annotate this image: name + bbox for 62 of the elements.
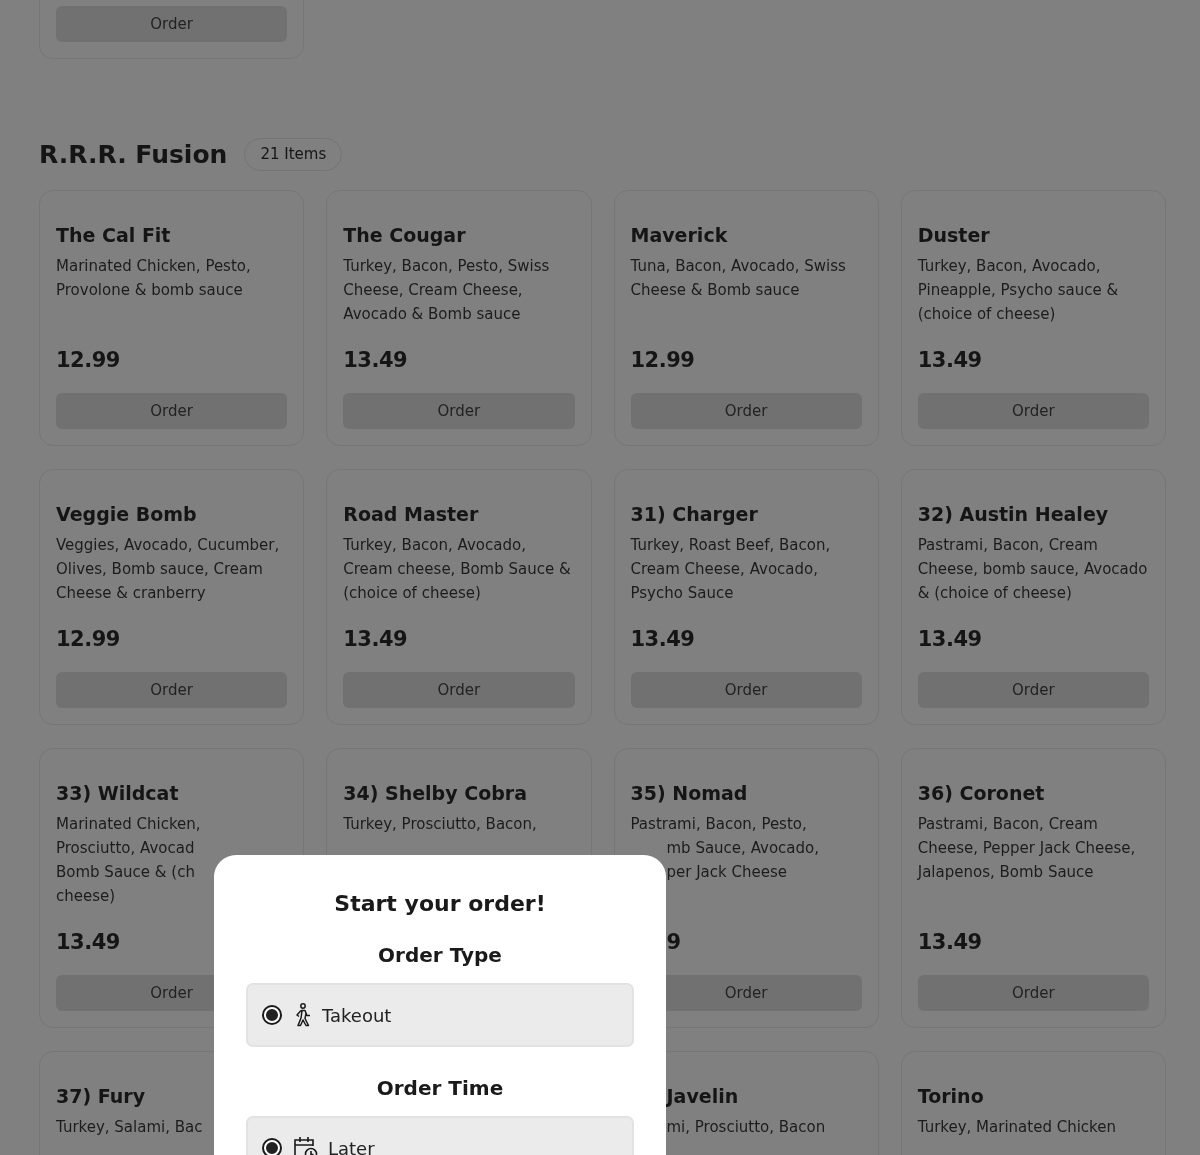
item-price: 13.49 [917, 347, 983, 374]
item-name: 37) Fury [56, 1084, 147, 1109]
order-button[interactable]: Order [917, 975, 1149, 1011]
item-description: Turkey, Salami, Bac [56, 1117, 204, 1138]
item-name: 34) Shelby Cobra [343, 781, 528, 806]
item-description: Turkey, Roast Beef, Bacon, Cream Cheese, Avocado, Psycho Sauce [630, 535, 832, 604]
order-button[interactable]: Order [56, 393, 288, 429]
item-description: Pastrami, Bacon, Cream Cheese, bomb sauce, Avocado & (choice of cheese) [917, 535, 1149, 604]
item-description: Veggies, Avocado, Cucumber, Olives, Bomb sauce, Cream Cheese & cranberry [56, 535, 281, 604]
item-price: 13.49 [630, 626, 696, 653]
order-button[interactable]: Order [917, 672, 1149, 708]
option-label: Later [328, 1137, 375, 1155]
item-description: Tuna, Bacon, Avocado, Swiss Cheese & Bomb sauce [630, 256, 847, 301]
item-name: Maverick [630, 223, 729, 248]
item-name: Torino [917, 1084, 985, 1109]
item-description: Marinated Chicken, Prosciutto, Avocad Bomb Sauce & (ch cheese) [56, 814, 202, 907]
order-button[interactable]: Order [630, 393, 862, 429]
item-name: The Cougar [343, 223, 467, 248]
item-description: Turkey, Marinated Chicken [917, 1117, 1117, 1138]
item-name: The Cal Fit [56, 223, 172, 248]
group-heading: Order Time [375, 1075, 505, 1102]
item-description: Turkey, Prosciutto, Bacon, [343, 814, 538, 835]
order-button[interactable]: Order [343, 672, 575, 708]
item-description: Pastrami, Bacon, Cream Cheese, Pepper Jack Cheese, Jalapenos, Bomb Sauce [917, 814, 1137, 883]
order-button[interactable]: Order [56, 672, 288, 708]
item-name: Javelin [665, 1084, 740, 1109]
item-price: 13.49 [343, 626, 409, 653]
item-name: 36) Coronet [917, 781, 1046, 806]
item-name: Road Master [343, 502, 480, 527]
order-button[interactable]: Order [56, 6, 287, 42]
radio-button[interactable] [262, 1005, 282, 1025]
item-description: Turkey, Bacon, Avocado, Cream cheese, Bomb Sauce & (choice of cheese) [343, 535, 572, 604]
item-price: 12.99 [56, 347, 121, 374]
radio-button[interactable] [262, 1138, 282, 1155]
order-option[interactable]: Takeout [246, 983, 634, 1047]
item-name: 31) Charger [630, 502, 759, 527]
calendar-clock-icon [292, 1135, 318, 1155]
item-name: Veggie Bomb [56, 502, 198, 527]
item-description: Turkey, Bacon, Avocado, Pineapple, Psycho sauce & (choice of cheese) [917, 256, 1120, 325]
item-name: 32) Austin Healey [917, 502, 1110, 527]
item-name: 33) Wildcat [56, 781, 180, 806]
order-option[interactable]: Later [246, 1116, 634, 1155]
group-heading: Order Type [377, 942, 503, 969]
dialog-title: Start your order! [333, 890, 547, 918]
item-price: 13.49 [917, 626, 983, 653]
item-description: Marinated Chicken, Pesto, Provolone & bomb sauce [56, 256, 252, 301]
option-label: Takeout [322, 1004, 392, 1026]
order-button[interactable]: Order [630, 672, 862, 708]
item-description: Turkey, Bacon, Pesto, Swiss Cheese, Cream Cheese, Avocado & Bomb sauce [343, 256, 551, 325]
item-description: Pastrami, Bacon, Pesto, mb Sauce, Avocado, per Jack Cheese [630, 814, 820, 883]
order-button[interactable]: Order [343, 393, 575, 429]
section-title: R.R.R. Fusion [39, 139, 228, 171]
item-price: 13.49 [56, 929, 121, 956]
item-name: Duster [917, 223, 991, 248]
item-price: 13.49 [343, 347, 409, 374]
item-price: 12.99 [56, 626, 121, 653]
item-price: 9 [665, 929, 682, 956]
order-button[interactable]: Order [917, 393, 1149, 429]
item-name: 35) Nomad [630, 781, 749, 806]
item-price: 12.99 [630, 347, 696, 374]
item-description: mi, Prosciutto, Bacon [665, 1117, 827, 1138]
item-price: 13.49 [917, 929, 983, 956]
